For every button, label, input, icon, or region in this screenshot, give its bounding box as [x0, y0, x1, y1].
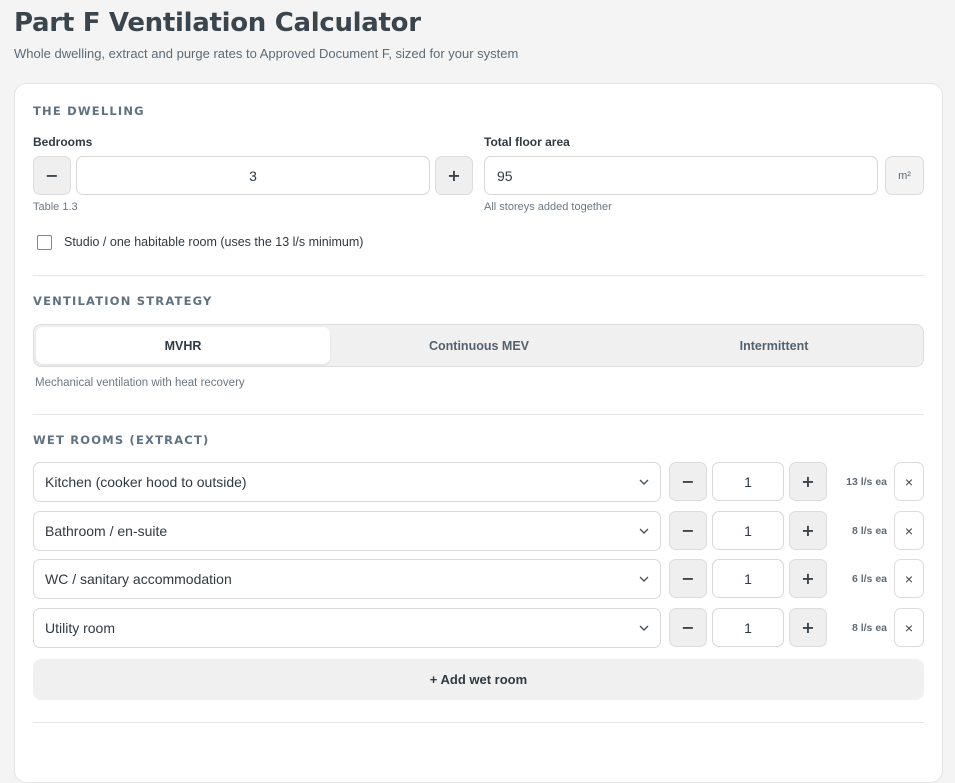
remove-wet-room-button[interactable]: ×	[894, 608, 924, 647]
wet-room-select[interactable]: Utility room	[33, 608, 661, 648]
chevron-down-icon	[639, 479, 649, 485]
wet-room-quantity-input[interactable]: 1	[712, 511, 784, 550]
bedrooms-decrement-button[interactable]: −	[33, 156, 71, 195]
floor-area-label: Total floor area	[484, 135, 570, 149]
chevron-down-icon	[639, 625, 649, 631]
wet-room-name: Kitchen (cooker hood to outside)	[45, 474, 247, 490]
wet-room-name: Utility room	[45, 620, 116, 636]
bedrooms-input[interactable]: 3	[76, 156, 430, 195]
wet-room-increment-button[interactable]: +	[789, 608, 827, 647]
strategy-section-title: VENTILATION STRATEGY	[33, 294, 213, 308]
strategy-option-intermittent[interactable]: Intermittent	[627, 327, 921, 364]
wet-room-select[interactable]: Kitchen (cooker hood to outside)	[33, 462, 661, 502]
wet-room-rate: 8 l/s ea	[851, 525, 887, 537]
wet-room-decrement-button[interactable]: −	[669, 608, 707, 647]
bedrooms-increment-button[interactable]: +	[435, 156, 473, 195]
floor-area-hint: All storeys added together	[484, 201, 612, 213]
wet-rooms-section-title: WET ROOMS (EXTRACT)	[33, 433, 210, 447]
wet-room-quantity-input[interactable]: 1	[712, 462, 784, 501]
wet-room-quantity-input[interactable]: 1	[712, 608, 784, 647]
studio-checkbox-label: Studio / one habitable room (uses the 13…	[64, 235, 364, 249]
page-title: Part F Ventilation Calculator	[14, 8, 421, 38]
remove-wet-room-button[interactable]: ×	[894, 559, 924, 598]
strategy-option-continuous-mev[interactable]: Continuous MEV	[332, 327, 626, 364]
page-subtitle: Whole dwelling, extract and purge rates …	[14, 46, 519, 61]
strategy-description: Mechanical ventilation with heat recover…	[35, 377, 245, 389]
strategy-option-mvhr[interactable]: MVHR	[36, 327, 330, 364]
floor-area-unit: m²	[885, 156, 924, 195]
chevron-down-icon	[639, 528, 649, 534]
wet-room-increment-button[interactable]: +	[789, 511, 827, 550]
wet-room-name: Bathroom / en-suite	[45, 523, 168, 539]
chevron-down-icon	[639, 576, 649, 582]
wet-room-name: WC / sanitary accommodation	[45, 571, 232, 587]
wet-room-increment-button[interactable]: +	[789, 559, 827, 598]
wet-room-decrement-button[interactable]: −	[669, 462, 707, 501]
remove-wet-room-button[interactable]: ×	[894, 511, 924, 550]
dwelling-section-title: THE DWELLING	[33, 104, 145, 118]
studio-checkbox[interactable]	[37, 235, 52, 250]
wet-room-increment-button[interactable]: +	[789, 462, 827, 501]
wet-room-decrement-button[interactable]: −	[669, 511, 707, 550]
calculator-card: THE DWELLING Bedrooms − 3 + Table 1.3 To…	[14, 83, 943, 783]
section-divider	[33, 414, 924, 415]
wet-room-quantity-input[interactable]: 1	[712, 559, 784, 598]
floor-area-input[interactable]: 95	[484, 156, 878, 195]
remove-wet-room-button[interactable]: ×	[894, 462, 924, 501]
bedrooms-hint: Table 1.3	[33, 201, 78, 213]
wet-room-rate: 8 l/s ea	[851, 622, 887, 634]
wet-room-rate: 6 l/s ea	[851, 573, 887, 585]
wet-room-select[interactable]: Bathroom / en-suite	[33, 511, 661, 551]
bedrooms-label: Bedrooms	[33, 135, 93, 149]
strategy-selector: MVHR Continuous MEV Intermittent	[33, 324, 924, 367]
section-divider	[33, 722, 924, 723]
wet-room-select[interactable]: WC / sanitary accommodation	[33, 559, 661, 599]
wet-room-rate: 13 l/s ea	[846, 476, 887, 488]
add-wet-room-button[interactable]: + Add wet room	[33, 659, 924, 700]
wet-room-decrement-button[interactable]: −	[669, 559, 707, 598]
section-divider	[33, 275, 924, 276]
